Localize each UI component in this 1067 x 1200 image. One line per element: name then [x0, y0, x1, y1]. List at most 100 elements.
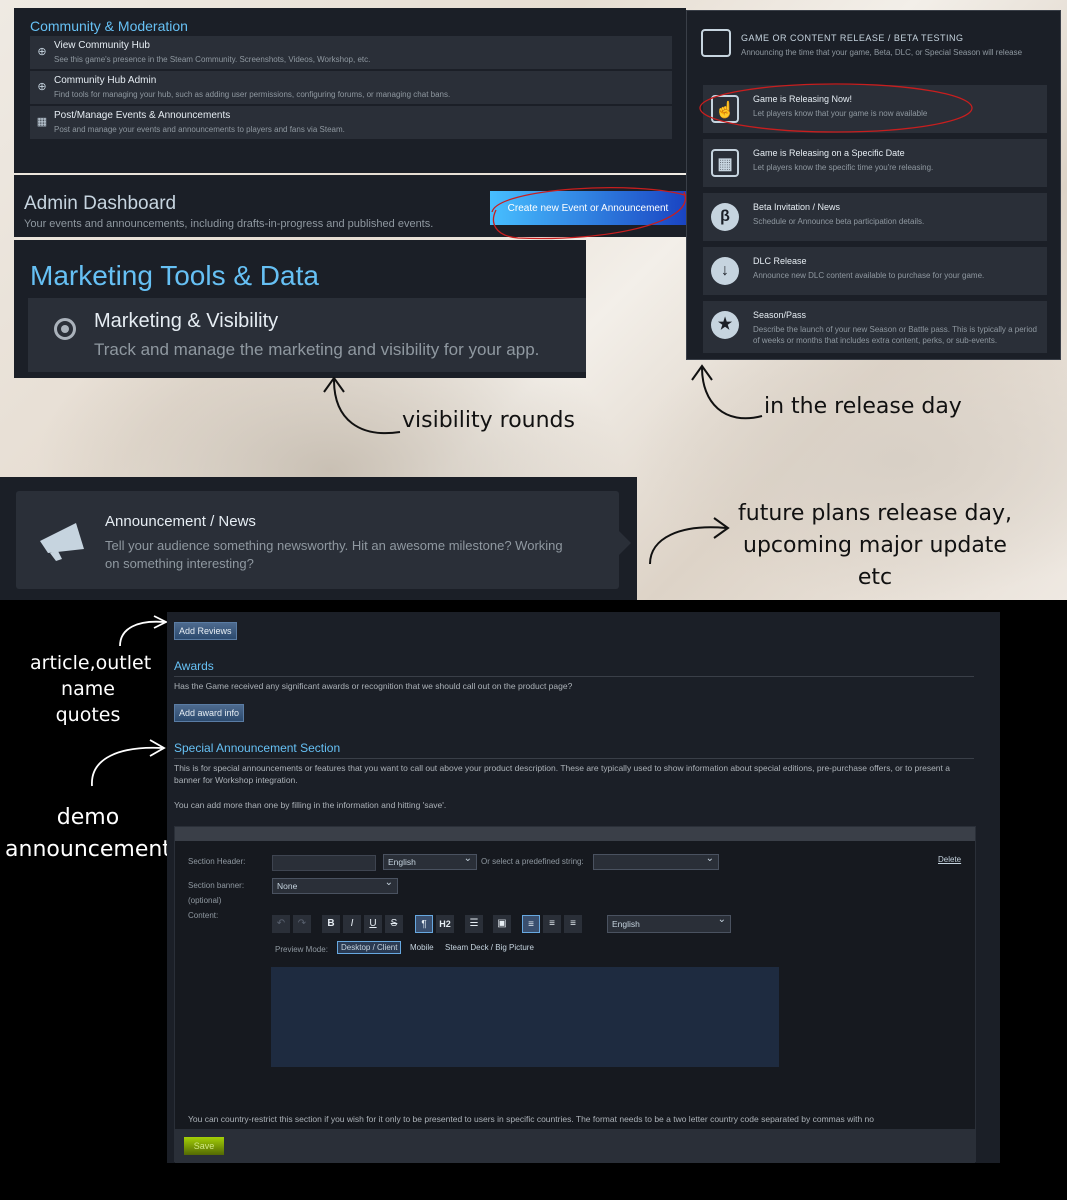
- special-section-form: Section Header: English Or select a pred…: [174, 826, 976, 1163]
- store-page-editor: Add Reviews Awards Has the Game received…: [167, 612, 1000, 1163]
- image-icon[interactable]: ▣: [493, 915, 511, 933]
- curved-arrow-icon: [323, 376, 401, 435]
- heading-icon[interactable]: H2: [436, 915, 454, 933]
- list-icon[interactable]: ☰: [465, 915, 483, 933]
- note-demo: demo announcement: [4, 802, 172, 866]
- release-option-title: Season/Pass: [753, 310, 807, 320]
- content-editor-area[interactable]: [271, 967, 779, 1067]
- delete-link[interactable]: Delete: [938, 853, 961, 867]
- marketing-item-title: Marketing & Visibility: [94, 310, 279, 332]
- pointer-arrow: [619, 531, 631, 555]
- release-option-title: DLC Release: [753, 256, 807, 266]
- community-item-title: Post/Manage Events & Announcements: [54, 110, 231, 121]
- optional-label: (optional): [188, 896, 222, 905]
- megaphone-icon: [40, 523, 84, 561]
- preview-mode-label: Preview Mode:: [275, 945, 328, 954]
- red-circle-annotation: [491, 187, 689, 240]
- curved-arrow-icon: [91, 739, 166, 787]
- curved-arrow-icon: [119, 615, 169, 647]
- form-header-bar: [175, 827, 975, 841]
- italic-icon[interactable]: I: [343, 915, 361, 933]
- community-item-desc: Post and manage your events and announce…: [54, 125, 345, 134]
- preview-deck-tab[interactable]: Steam Deck / Big Picture: [445, 943, 534, 952]
- community-item-view-hub[interactable]: ⊕ View Community Hub See this game's pre…: [30, 36, 672, 70]
- awards-title: Awards: [174, 659, 214, 673]
- marketing-visibility-item[interactable]: Marketing & Visibility Track and manage …: [28, 298, 586, 372]
- target-icon: [54, 318, 76, 340]
- marketing-title: Marketing Tools & Data: [30, 260, 319, 291]
- note-visibility: visibility rounds: [402, 408, 575, 433]
- preview-mobile-tab[interactable]: Mobile: [410, 943, 434, 952]
- add-reviews-button[interactable]: Add Reviews: [174, 622, 237, 640]
- save-bar: Save: [175, 1129, 975, 1163]
- special-announcement-desc: This is for special announcements or fea…: [174, 763, 950, 785]
- marketing-item-desc: Track and manage the marketing and visib…: [94, 340, 540, 359]
- align-right-icon[interactable]: ≡: [564, 915, 582, 933]
- predefined-label: Or select a predefined string:: [481, 857, 584, 866]
- community-item-desc: Find tools for managing your hub, such a…: [54, 90, 451, 99]
- release-option-dlc[interactable]: ↓ DLC Release Announce new DLC content a…: [703, 247, 1047, 295]
- community-item-title: View Community Hub: [54, 40, 150, 51]
- announcement-news-item[interactable]: Announcement / News Tell your audience s…: [16, 491, 619, 589]
- note-line: article,outlet: [30, 652, 152, 674]
- section-header-label: Section Header:: [188, 857, 246, 866]
- release-option-beta[interactable]: β Beta Invitation / News Schedule or Ann…: [703, 193, 1047, 241]
- release-option-date[interactable]: ▦ Game is Releasing on a Specific Date L…: [703, 139, 1047, 187]
- redo-icon[interactable]: ↷: [293, 915, 311, 933]
- beta-icon: β: [711, 203, 739, 231]
- community-item-title: Community Hub Admin: [54, 75, 157, 86]
- add-award-button[interactable]: Add award info: [174, 704, 245, 722]
- preview-desktop-tab[interactable]: Desktop / Client: [337, 941, 402, 954]
- section-language-select[interactable]: English: [383, 853, 477, 870]
- divider: [174, 676, 974, 677]
- release-panel: GAME OR CONTENT RELEASE / BETA TESTING A…: [686, 10, 1061, 360]
- curved-arrow-icon: [691, 364, 763, 420]
- curved-arrow-icon: [649, 517, 730, 565]
- predefined-string-select[interactable]: [593, 853, 719, 870]
- calendar-icon: ▦: [711, 149, 739, 177]
- country-restrict-note: You can country-restrict this section if…: [188, 1114, 875, 1124]
- announcement-panel: Announcement / News Tell your audience s…: [0, 477, 637, 600]
- red-circle-annotation: [699, 83, 973, 133]
- community-item-desc: See this game's presence in the Steam Co…: [54, 55, 371, 64]
- strikethrough-icon[interactable]: S: [385, 915, 403, 933]
- calendar-icon: ▦: [36, 116, 48, 128]
- align-left-icon[interactable]: ≡: [522, 915, 540, 933]
- community-item-events[interactable]: ▦ Post/Manage Events & Announcements Pos…: [30, 106, 672, 140]
- note-line: announcement: [5, 837, 171, 862]
- release-option-title: Game is Releasing on a Specific Date: [753, 148, 905, 158]
- underline-icon[interactable]: U: [364, 915, 382, 933]
- note-line: future plans release day,: [738, 501, 1012, 526]
- download-icon: ↓: [711, 257, 739, 285]
- release-title: GAME OR CONTENT RELEASE / BETA TESTING: [741, 33, 964, 43]
- note-future-plans: future plans release day, upcoming major…: [738, 498, 1012, 594]
- save-button[interactable]: Save: [184, 1137, 224, 1155]
- calendar-icon: [701, 29, 731, 57]
- note-line: demo: [56, 805, 120, 830]
- community-item-hub-admin[interactable]: ⊕ Community Hub Admin Find tools for man…: [30, 71, 672, 105]
- note-line: etc: [857, 565, 893, 590]
- undo-icon[interactable]: ↶: [272, 915, 290, 933]
- admin-desc: Your events and announcements, including…: [24, 218, 434, 230]
- paragraph-icon[interactable]: ¶: [415, 915, 433, 933]
- bold-icon[interactable]: B: [322, 915, 340, 933]
- section-header-input[interactable]: [272, 855, 376, 871]
- content-label: Content:: [188, 911, 219, 920]
- release-option-title: Beta Invitation / News: [753, 202, 841, 212]
- release-desc: Announcing the time that your game, Beta…: [741, 48, 1023, 57]
- note-line: name quotes: [55, 678, 121, 726]
- section-banner-select[interactable]: None: [272, 877, 398, 894]
- awards-desc: Has the Game received any significant aw…: [174, 681, 573, 691]
- marketing-tools-panel: Marketing Tools & Data Marketing & Visib…: [14, 240, 586, 378]
- shield-star-icon: ★: [711, 311, 739, 339]
- release-option-desc: Let players know the specific time you'r…: [753, 163, 934, 172]
- announcement-title: Announcement / News: [105, 513, 256, 530]
- admin-title: Admin Dashboard: [24, 193, 177, 214]
- editor-language-select[interactable]: English: [607, 914, 731, 933]
- release-option-desc: Announce new DLC content available to pu…: [753, 271, 985, 280]
- release-option-desc: Schedule or Announce beta participation …: [753, 217, 925, 226]
- align-center-icon[interactable]: ≡: [543, 915, 561, 933]
- release-option-season[interactable]: ★ Season/Pass Describe the launch of you…: [703, 301, 1047, 353]
- community-moderation-panel: Community & Moderation ⊕ View Community …: [14, 8, 686, 173]
- note-line: upcoming major update: [743, 533, 1007, 558]
